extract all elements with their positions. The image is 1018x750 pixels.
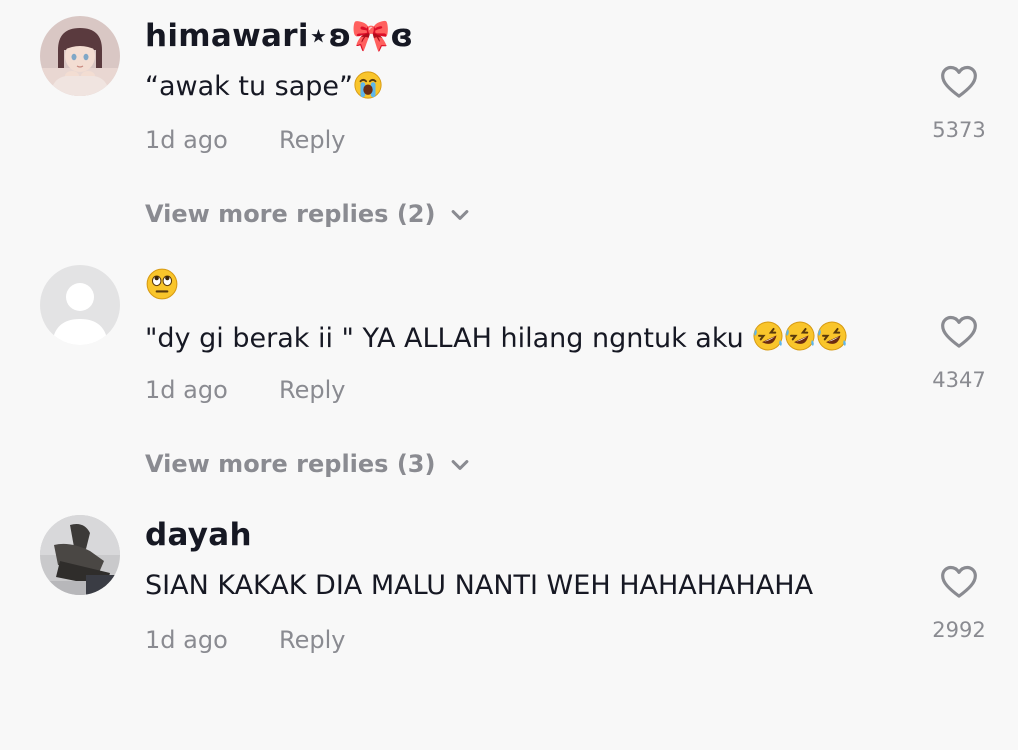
face-with-rolling-eyes-icon xyxy=(146,268,178,300)
comment-meta: 1d ago Reply xyxy=(145,626,345,654)
rolling-on-the-floor-laughing-icon xyxy=(752,320,784,352)
anime-avatar-image xyxy=(40,16,120,96)
comment-text: SIAN KAKAK DIA MALU NANTI WEH HAHAHAHAHA xyxy=(145,570,813,601)
username[interactable]: himawari⋆ʚ🎀ɞ xyxy=(145,17,413,54)
comment-time: 1d ago xyxy=(145,626,228,654)
comment-time: 1d ago xyxy=(145,376,228,404)
avatar[interactable] xyxy=(40,515,120,595)
chevron-down-icon xyxy=(449,204,471,226)
default-avatar-icon xyxy=(40,265,120,345)
chevron-down-icon xyxy=(449,454,471,476)
reply-button[interactable]: Reply xyxy=(279,626,345,654)
username[interactable]: dayah xyxy=(145,517,252,553)
comment-meta: 1d ago Reply xyxy=(145,126,345,154)
photo-avatar-image xyxy=(40,515,120,595)
view-more-replies-label: View more replies (2) xyxy=(145,200,436,228)
like-count: 2992 xyxy=(932,618,986,642)
comment-emoji-line xyxy=(145,267,179,305)
reply-button[interactable]: Reply xyxy=(279,126,345,154)
heart-icon xyxy=(939,312,979,352)
view-more-replies-label: View more replies (3) xyxy=(145,450,436,478)
avatar[interactable] xyxy=(40,265,120,345)
comment-text: "dy gi berak ii " YA ALLAH hilang ngntuk… xyxy=(145,320,848,354)
comment-text-content: “awak tu sape” xyxy=(145,71,354,102)
comment-text-content: "dy gi berak ii " YA ALLAH hilang ngntuk… xyxy=(145,323,744,354)
comment-text: “awak tu sape” xyxy=(145,70,383,102)
comment-text-content: SIAN KAKAK DIA MALU NANTI WEH HAHAHAHAHA xyxy=(145,570,814,601)
avatar[interactable] xyxy=(40,16,120,96)
comment-meta: 1d ago Reply xyxy=(145,376,345,404)
comment-time: 1d ago xyxy=(145,126,228,154)
like-button[interactable]: 4347 xyxy=(932,312,986,392)
comment-item: "dy gi berak ii " YA ALLAH hilang ngntuk… xyxy=(0,250,1018,500)
comment-item: dayah SIAN KAKAK DIA MALU NANTI WEH HAHA… xyxy=(0,500,1018,750)
rolling-on-the-floor-laughing-icon xyxy=(816,320,848,352)
like-count: 4347 xyxy=(932,368,986,392)
heart-icon xyxy=(939,62,979,102)
comment-item: himawari⋆ʚ🎀ɞ “awak tu sape” 1d ago Reply … xyxy=(0,0,1018,250)
like-button[interactable]: 2992 xyxy=(932,562,986,642)
heart-icon xyxy=(939,562,979,602)
loudly-crying-face-icon xyxy=(354,71,382,99)
view-more-replies-button[interactable]: View more replies (2) xyxy=(145,200,471,228)
rolling-on-the-floor-laughing-icon xyxy=(784,320,816,352)
view-more-replies-button[interactable]: View more replies (3) xyxy=(145,450,471,478)
reply-button[interactable]: Reply xyxy=(279,376,345,404)
like-count: 5373 xyxy=(932,118,986,142)
like-button[interactable]: 5373 xyxy=(932,62,986,142)
